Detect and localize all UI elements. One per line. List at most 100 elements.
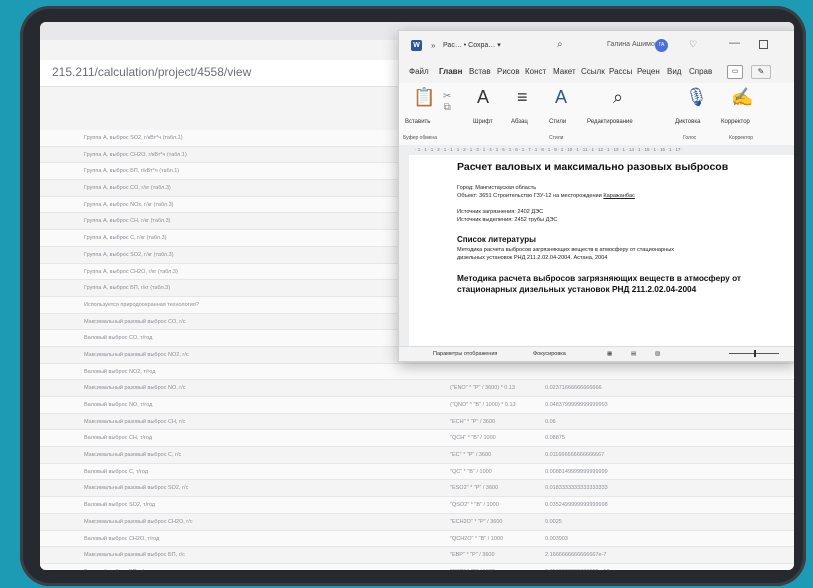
row-formula: ("ENO" * "P" / 3600) * 0.13: [450, 385, 515, 392]
doc-object-prefix: Объект: 3651 Строительство ГЗУ-12 на мес…: [457, 193, 604, 199]
row-name: Группа А, выброс БП, г/кг (табл.3): [84, 285, 171, 292]
paragraph-button[interactable]: Абзац: [511, 119, 528, 125]
row-name: Группа А, выброс CH2O, г/кВт*ч (табл.1): [84, 151, 187, 158]
doc-lit-line2: дизельных установок РНД 211.2.02.04-2004…: [457, 255, 608, 261]
row-formula: "QC" * "B" / 1000: [450, 468, 492, 475]
table-row: Максимальный разовый выброс CH, г/с "ECH"…: [40, 414, 794, 431]
table-row: Максимальный разовый выброс SO2, г/с "ESO…: [40, 480, 794, 498]
doc-lit-line1: Методика расчета выбросов загрязняющих в…: [457, 247, 675, 253]
row-name: Максимальный разовый выброс C, г/с: [84, 452, 182, 459]
editor-icon: ✍: [731, 87, 754, 107]
minimize-button[interactable]: —: [729, 37, 740, 49]
maximize-button[interactable]: [759, 40, 768, 49]
tab-mailings[interactable]: Рассы: [609, 67, 632, 76]
avatar[interactable]: ГА: [655, 39, 668, 52]
group-voice: Голос: [683, 135, 697, 141]
tablet-screen: 215.211/calculation/project/4558/view Гр…: [40, 22, 794, 570]
dictate-button[interactable]: Диктовка: [675, 119, 700, 125]
web-layout-icon[interactable]: ▧: [655, 351, 660, 357]
row-formula: "ECH2O" * "P" / 3600: [450, 518, 503, 525]
paste-icon: 📋: [413, 87, 436, 107]
row-value: 0.0088149999999999999: [545, 468, 608, 475]
zoom-slider-knob[interactable]: [754, 350, 756, 357]
doc-source1: Источник загрязнения: 2402 ДЭС: [457, 209, 544, 215]
find-icon: ⌕: [613, 87, 624, 107]
row-name: Валовый выброс SO2, т/год: [84, 502, 156, 509]
row-value: 0.0025: [545, 518, 562, 525]
status-bar: Параметры отображения Фокусировка ▦ ▤ ▧: [399, 346, 794, 361]
editing-button[interactable]: Редактирование: [587, 119, 633, 125]
row-name: Группа А, выброс С, г/кг (табл.3): [84, 235, 167, 242]
table-row: Валовый выброс NO2, т/год: [40, 363, 794, 381]
tab-review[interactable]: Рецен: [637, 67, 660, 76]
paste-button[interactable]: Вставить: [405, 119, 430, 125]
row-name: Максимальный разовый выброс CO, г/с: [84, 318, 186, 325]
tab-references[interactable]: Ссылк: [581, 67, 605, 76]
word-title-bar: W » Рас… • Сохра… ▾ ⌕ Галина Ашимова ГА …: [399, 31, 794, 61]
vertical-ruler[interactable]: [399, 155, 409, 351]
font-button[interactable]: Шрифт: [473, 119, 493, 125]
editor-button[interactable]: Корректор: [721, 119, 750, 125]
styles-icon: A: [555, 87, 568, 107]
row-name: Максимальный разовый выброс CH2O, г/с: [84, 518, 193, 525]
table-row: Максимальный разовый выброс CH2O, г/с "EC…: [40, 514, 794, 531]
microphone-icon: 🎙: [685, 87, 708, 107]
tab-insert[interactable]: Встав: [469, 67, 491, 76]
row-formula: "EC" * "P" / 3600: [450, 452, 492, 459]
display-settings-button[interactable]: Параметры отображения: [433, 351, 497, 357]
row-value: 2.1666666666666667e-7: [545, 552, 607, 559]
doc-lit-heading: Список литературы: [457, 235, 536, 244]
row-name: Используется природоохранная технология?: [84, 301, 199, 308]
row-name: Группа А, выброс CO, г/кг (табл.3): [84, 185, 171, 192]
horizontal-ruler[interactable]: · 1 · 1 · 1 · 2 · 1 · 1 · 1 · 2 · 1 · 3 …: [399, 145, 794, 155]
row-name: Валовый выброс CO, т/год: [84, 335, 153, 342]
paragraph-icon: ≡: [517, 87, 528, 107]
tab-draw[interactable]: Рисов: [497, 67, 520, 76]
doc-method-heading: Методика расчета выбросов загрязняющих в…: [457, 273, 741, 294]
search-icon[interactable]: ⌕: [557, 39, 563, 50]
table-row: Валовый выброс C, т/год "QC" * "B" / 1000…: [40, 463, 794, 481]
document-title[interactable]: Рас… • Сохра… ▾: [443, 41, 501, 49]
row-name: Максимальный разовый выброс SO2, г/с: [84, 485, 189, 492]
row-name: Валовый выброс БП, т/год: [84, 569, 414, 570]
row-value: 0.08875: [545, 435, 565, 442]
tab-home[interactable]: Главн: [439, 67, 462, 76]
ribbon-tabs: Файл Главн Встав Рисов Конст Макет Ссылк…: [399, 61, 794, 83]
doc-heading: Расчет валовых и максимально разовых выб…: [457, 161, 729, 173]
group-clipboard: Буфер обмена: [403, 135, 437, 141]
table-row: Валовый выброс SO2, т/год "QSO2" * "B" / …: [40, 497, 794, 514]
styles-button[interactable]: Стили: [549, 119, 566, 125]
row-value: 0.06: [545, 418, 556, 425]
focus-button[interactable]: Фокусировка: [533, 351, 566, 357]
ribbon: 📋 Вставить ✂ ⧉ A Шрифт ≡ Абзац A Стили ⌕ …: [399, 83, 794, 146]
ideas-icon[interactable]: ♡: [689, 39, 697, 50]
row-value: 0.0483799999999999993: [545, 402, 608, 408]
tab-help[interactable]: Справ: [689, 67, 712, 76]
tab-file[interactable]: Файл: [409, 67, 429, 76]
group-styles: Стили: [549, 135, 564, 141]
row-name: Валовый выброс C, т/год: [84, 468, 149, 475]
row-formula: ("QNO" * "B" / 1000) * 0.13: [450, 402, 516, 408]
table-row: Валовый выброс CH2O, т/год "QCH2O" * "B" …: [40, 530, 794, 548]
font-icon: A: [477, 87, 490, 107]
tab-design[interactable]: Конст: [525, 67, 546, 76]
row-name: Валовый выброс NO2, т/год: [84, 368, 156, 375]
row-name: Валовый выброс CH, т/год: [84, 435, 153, 442]
tab-view[interactable]: Вид: [667, 67, 681, 76]
editing-mode-icon[interactable]: ✎: [751, 65, 771, 79]
quick-access-more[interactable]: »: [431, 41, 435, 50]
cut-copy-icons[interactable]: ✂ ⧉: [443, 91, 451, 113]
doc-source2: Источник выделения: 2452 трубы ДЭС: [457, 217, 558, 223]
comments-icon[interactable]: ▭: [727, 65, 743, 79]
table-row: Максимальный разовый выброс БП, г/с "EBP"…: [40, 547, 794, 564]
word-window: W » Рас… • Сохра… ▾ ⌕ Галина Ашимова ГА …: [398, 30, 794, 362]
row-name: Валовый выброс CH2O, т/год: [84, 535, 160, 542]
document-page[interactable]: Расчет валовых и максимально разовых выб…: [409, 155, 794, 351]
row-name: Группа А, выброс SO2, г/кВт*ч (табл.1): [84, 135, 183, 141]
table-row: Валовый выброс БП, т/год "QBP" * "B" / 10…: [40, 563, 794, 570]
tab-layout[interactable]: Макет: [553, 67, 576, 76]
row-name: Группа А, выброс SO2, г/кг (табл.3): [84, 251, 174, 258]
print-layout-icon[interactable]: ▤: [631, 351, 636, 357]
read-mode-icon[interactable]: ▦: [607, 351, 612, 357]
row-name: Максимальный разовый выброс БП, г/с: [84, 552, 185, 559]
